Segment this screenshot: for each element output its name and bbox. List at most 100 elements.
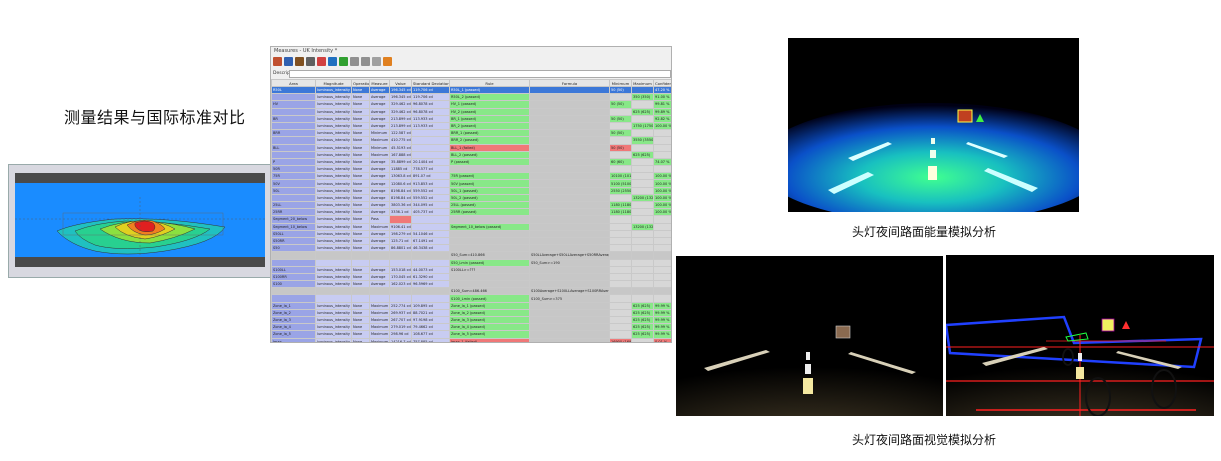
table-row[interactable]: 50L luminous_intensity None Average 8198.84 … (271, 186, 671, 195)
cell-max (631, 215, 654, 224)
cell-min: 5100 (5100) (609, 179, 632, 188)
column-header[interactable]: Measure (369, 79, 390, 87)
formula-icon[interactable] (328, 57, 337, 66)
cell-mag: luminous_intensity (315, 337, 352, 342)
rule-icon[interactable] (317, 57, 326, 66)
table-row[interactable]: Zone_Ia_1 luminous_intensity None Maximum 25… (271, 301, 671, 310)
cell-val: 3803.36 cd (389, 200, 412, 210)
cell-area (271, 150, 316, 159)
cell-formula (529, 200, 610, 210)
table-row[interactable]: 50V luminous_intensity None Average 12080.6 … (271, 179, 671, 188)
cell-conf: 100.00 % (653, 208, 671, 217)
cell-val: 9106.41 cd (389, 222, 412, 231)
help-icon[interactable] (383, 57, 392, 66)
table-row[interactable]: luminous_intensity None Maximum 410.775 cd B… (271, 136, 671, 145)
arrow-left-icon[interactable] (361, 57, 370, 66)
cell-sd: 96.8078 cd (411, 107, 450, 116)
table-row[interactable]: Zone_Ia_2 luminous_intensity None Maximum 26… (271, 308, 671, 318)
cell-op: None (351, 301, 370, 310)
cell-conf: 100.00 % (653, 200, 671, 210)
table-row[interactable]: luminous_intensity None Average 196.345 cd 1… (271, 93, 671, 102)
cell-mag: luminous_intensity (315, 301, 352, 310)
column-header[interactable]: Value (389, 79, 412, 87)
table-row[interactable]: S50LL luminous_intensity None Average 198.27… (271, 229, 671, 238)
cell-me: Average (369, 244, 390, 253)
cell-formula (529, 323, 610, 332)
cell-mag: luminous_intensity (315, 200, 352, 210)
table-row[interactable]: S100_Sum=486.466 S100Average+S100LLAverag… (271, 287, 671, 296)
table-row[interactable]: Imax luminous_intensity None Maximum 14216.7… (271, 337, 671, 342)
copy-icon[interactable] (295, 57, 304, 66)
table-row[interactable]: HV luminous_intensity None Average 329.462 c… (271, 100, 671, 109)
table-row[interactable]: luminous_intensity None Average 8198.84 cd 5… (271, 193, 671, 203)
table-row[interactable]: S50 luminous_intensity None Average 86.8801 … (271, 244, 671, 253)
table-row[interactable]: S100 luminous_intensity None Average 162.023… (271, 280, 671, 289)
table-row[interactable]: S100LL luminous_intensity None Average 153.0… (271, 265, 671, 274)
column-header[interactable]: Maximum (631, 79, 654, 87)
table-row[interactable]: Zone_Ia_5 luminous_intensity None Maximum 29… (271, 330, 671, 339)
table-row[interactable]: S100RR luminous_intensity None Average 170.0… (271, 272, 671, 282)
table-row[interactable]: S50RR luminous_intensity None Average 125.71… (271, 236, 671, 246)
table-row[interactable]: Segment_20_below luminous_intensity None Pa… (271, 215, 671, 224)
cell-val: 122.587 cd (389, 129, 412, 138)
delete-icon[interactable] (306, 57, 315, 66)
table-row[interactable]: Pluminous_intensity None Average 35.8899 cd… (271, 157, 671, 167)
table-row[interactable]: BR luminous_intensity None Average 213.899 c… (271, 114, 671, 123)
column-header[interactable]: Formula (529, 79, 610, 87)
cell-area: S100RR (271, 272, 316, 282)
cell-val: 213.899 cd (389, 114, 412, 123)
table-row[interactable]: BRR luminous_intensity None Minimum 122.587 … (271, 129, 671, 138)
cell-max (631, 172, 654, 181)
cell-formula (529, 272, 610, 282)
table-row[interactable]: luminous_intensity None Average 213.899 cd 1… (271, 121, 671, 131)
settings-icon[interactable] (372, 57, 381, 66)
new-measure-icon[interactable] (273, 57, 282, 66)
table-row[interactable]: Zone_Ia_3 luminous_intensity None Maximum 26… (271, 315, 671, 325)
cell-min: 10100 (10100) (609, 172, 632, 181)
column-header[interactable]: Minimum (609, 79, 632, 87)
cell-formula (529, 215, 610, 224)
table-row[interactable]: 25RR luminous_intensity None Average 3336.1 … (271, 208, 671, 217)
cell-formula (529, 315, 610, 325)
cell-min (609, 121, 632, 131)
cell-max (631, 129, 654, 138)
column-header[interactable]: Confidence Level (653, 79, 671, 87)
cell-rule: 50L_2 (passed) (449, 193, 530, 203)
cell-rule: P (passed) (449, 157, 530, 167)
column-header[interactable]: Standard Deviation (411, 79, 450, 87)
table-row[interactable]: S100_Lmin (passed) S100_Sum>=375 (271, 294, 671, 303)
description-input[interactable] (289, 70, 671, 78)
cell-op: None (351, 215, 370, 224)
cell-conf: 0.01 % (653, 337, 671, 342)
column-header[interactable]: Rule (449, 79, 530, 87)
cell-area: BR (271, 114, 316, 123)
column-header[interactable]: Operation (351, 79, 370, 87)
table-row[interactable]: 50R luminous_intensity None Average 11885 cd… (271, 165, 671, 174)
cell-val (389, 287, 412, 296)
table-row[interactable]: Zone_Ia_4 luminous_intensity None Maximum 27… (271, 323, 671, 332)
export-icon[interactable] (339, 57, 348, 66)
table-row[interactable]: luminous_intensity None Maximum 167.888 cd B… (271, 150, 671, 159)
cell-rule: BRR_1 (passed) (449, 129, 530, 138)
column-header[interactable]: Magnitude (315, 79, 352, 87)
cell-formula (529, 121, 610, 131)
cell-area: Segment_10_below (271, 222, 316, 231)
edit-measure-icon[interactable] (284, 57, 293, 66)
cell-op: None (351, 244, 370, 253)
table-row[interactable]: S50_Lmin (passed) S50_Sum>=190 (271, 258, 671, 267)
arrow-right-icon[interactable] (350, 57, 359, 66)
cell-max: 1750 (1750) (631, 121, 654, 131)
cell-max (631, 251, 654, 260)
cell-formula: S50LLAverage+S50LLAverage+S50RRAverage (529, 251, 610, 260)
table-row[interactable]: luminous_intensity None Average 329.462 cd 9… (271, 107, 671, 116)
table-row[interactable]: 75R luminous_intensity None Average 13063.8 … (271, 172, 671, 181)
table-row[interactable]: BLL luminous_intensity None Minimum 45.5193 … (271, 143, 671, 152)
cell-op: None (351, 143, 370, 152)
table-row[interactable]: Segment_10_below luminous_intensity None Ma… (271, 222, 671, 231)
table-row[interactable]: S50_Sum=410.866 S50LLAverage+S50LLAverage… (271, 251, 671, 260)
table-row[interactable]: 25LL luminous_intensity None Average 3803.36… (271, 200, 671, 210)
table-row[interactable]: R50L luminous_intensity None Average 196.345… (271, 85, 671, 95)
cell-conf (653, 129, 671, 138)
cell-area: Zone_Ia_1 (271, 301, 316, 310)
column-header[interactable]: Area (271, 79, 316, 87)
